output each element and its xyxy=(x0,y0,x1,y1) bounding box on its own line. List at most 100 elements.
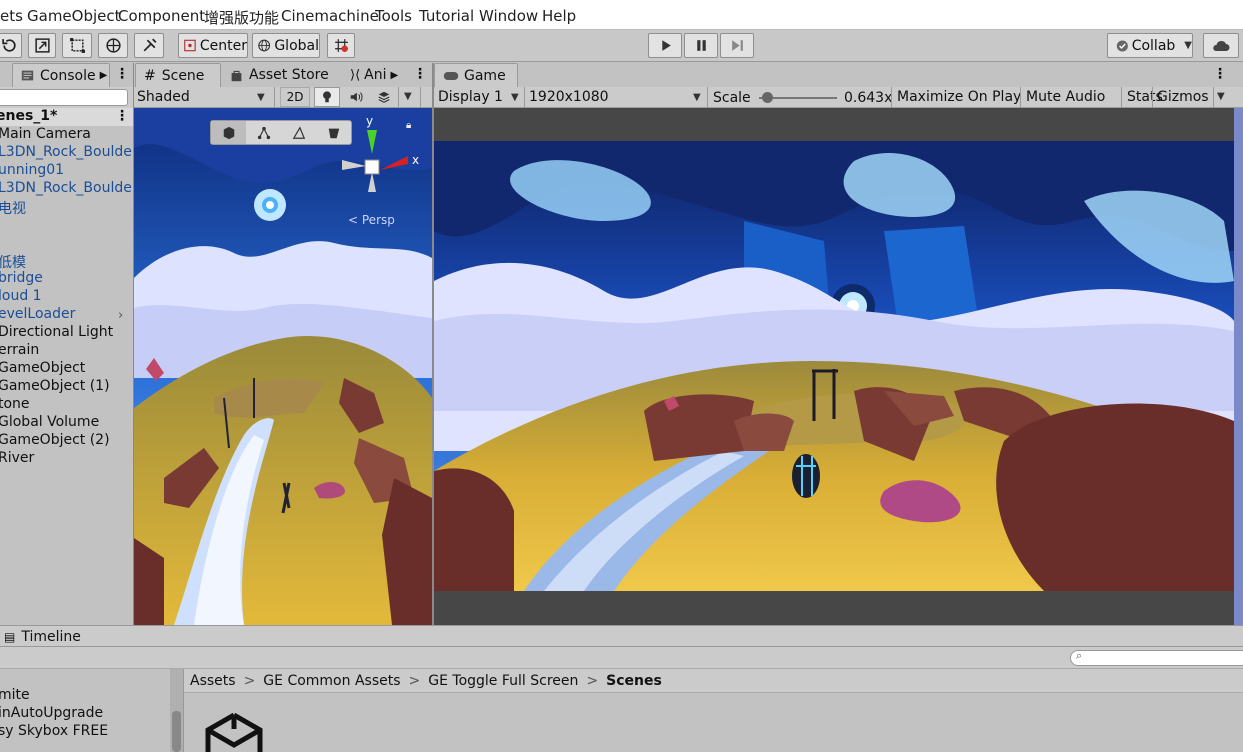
hierarchy-search-input[interactable] xyxy=(0,89,128,106)
scene-menu-icon[interactable]: ⋮ xyxy=(115,108,129,124)
menu-tools[interactable]: Tools xyxy=(375,7,412,25)
hierarchy-item[interactable]: evelLoader xyxy=(0,306,75,322)
tab-animation[interactable]: ⟩⟨ Ani ▶ xyxy=(350,63,412,87)
hierarchy-item[interactable]: bridge xyxy=(0,270,43,286)
transform-tool-button[interactable] xyxy=(98,33,128,58)
custom-tool-button[interactable] xyxy=(134,33,164,58)
hierarchy-item[interactable]: loud 1 xyxy=(0,288,42,304)
display-dropdown[interactable]: Display 1 ▼ xyxy=(438,86,524,108)
2d-toggle[interactable]: 2D xyxy=(280,87,310,107)
mute-audio-label: Mute Audio xyxy=(1026,89,1106,105)
breadcrumb-ge-common[interactable]: GE Common Assets xyxy=(263,673,400,689)
tab-timeline[interactable]: ▤ Timeline xyxy=(4,625,81,649)
lighting-toggle[interactable] xyxy=(314,87,340,107)
pause-button[interactable] xyxy=(684,33,718,58)
grid-snap-icon xyxy=(334,39,348,52)
project-search-strip: ⌕ xyxy=(0,647,1243,669)
rotate-tool-button[interactable] xyxy=(0,33,22,58)
menu-gameobject[interactable]: GameObject xyxy=(27,7,121,25)
hierarchy-item[interactable]: L3DN_Rock_Boulder_ xyxy=(0,180,145,196)
tab-console[interactable]: Console ▶ xyxy=(12,63,110,87)
scene-viewport[interactable]: y x 🔒︎ < Persp xyxy=(134,108,432,625)
shop-bag-icon xyxy=(231,70,242,81)
folder-item[interactable]: sy Skybox FREE xyxy=(0,723,108,739)
breadcrumb-assets[interactable]: Assets xyxy=(190,673,236,689)
menu-component[interactable]: Component xyxy=(118,7,205,25)
menu-window[interactable]: Window xyxy=(479,7,538,25)
tab-game-label: Game xyxy=(464,67,506,84)
folder-scrollbar[interactable] xyxy=(170,669,183,752)
project-search-input[interactable]: ⌕ xyxy=(1070,649,1243,666)
hierarchy-item[interactable]: 低模 xyxy=(0,252,26,272)
unity-scene-icon[interactable] xyxy=(204,711,264,752)
breadcrumb: Assets > GE Common Assets > GE Toggle Fu… xyxy=(184,669,1243,693)
chevron-down-icon: ▼ xyxy=(511,91,519,103)
hierarchy-item[interactable]: 电视 xyxy=(0,198,26,218)
face-icon xyxy=(328,128,339,138)
resolution-dropdown[interactable]: 1920x1080 ▼ xyxy=(529,86,705,108)
menu-help[interactable]: Help xyxy=(542,7,576,25)
game-viewport[interactable] xyxy=(434,108,1234,625)
tab-asset-store[interactable]: Asset Store xyxy=(228,63,340,87)
cloud-button[interactable] xyxy=(1203,33,1239,58)
chevron-down-icon[interactable]: ▼ xyxy=(404,91,412,102)
scene-pane: # Scene Asset Store ⟩⟨ Ani ▶ ⋮ Shaded ▼ … xyxy=(134,63,432,625)
menu-cinemachine[interactable]: Cinemachine xyxy=(281,7,379,25)
audio-toggle[interactable] xyxy=(344,87,368,107)
chevron-down-icon[interactable]: ▼ xyxy=(1217,91,1225,102)
scale-slider-thumb[interactable] xyxy=(761,92,773,103)
scene-header[interactable]: enes_1* ⋮ xyxy=(0,108,133,126)
hierarchy-item[interactable]: Main Camera xyxy=(0,126,91,142)
hierarchy-item[interactable]: GameObject (1) xyxy=(0,378,110,394)
folder-item[interactable]: mite xyxy=(0,687,30,703)
maximize-on-play-toggle[interactable]: Maximize On Play xyxy=(897,86,1021,108)
display-label: Display 1 xyxy=(438,89,503,105)
pivot-center-button[interactable]: Center xyxy=(178,33,248,58)
vertex-mode-button[interactable] xyxy=(246,121,281,144)
shading-mode-dropdown[interactable]: Shaded ▼ xyxy=(137,86,269,108)
hierarchy-item[interactable]: River xyxy=(0,450,34,466)
folder-scrollbar-thumb[interactable] xyxy=(172,711,181,752)
folder-item[interactable]: inAutoUpgrade xyxy=(0,705,103,721)
hierarchy-item[interactable]: L3DN_Rock_Boulder_ xyxy=(0,144,145,160)
space-global-button[interactable]: Global xyxy=(252,33,320,58)
hierarchy-item[interactable]: GameObject (2) xyxy=(0,432,110,448)
hierarchy-item[interactable]: unning01 xyxy=(0,162,64,178)
rect-tool-button[interactable] xyxy=(62,33,92,58)
chevron-right-icon[interactable]: › xyxy=(118,308,123,323)
hierarchy-item[interactable]: GameObject xyxy=(0,360,85,376)
grid-snap-button[interactable] xyxy=(327,33,355,58)
menu-assets[interactable]: ets xyxy=(0,7,23,25)
breadcrumb-scenes[interactable]: Scenes xyxy=(606,673,662,689)
scale-label: Scale xyxy=(713,90,751,106)
tab-scene[interactable]: # Scene xyxy=(135,63,221,87)
hierarchy-item[interactable]: Global Volume xyxy=(0,414,99,430)
collab-button[interactable]: Collab ▼ xyxy=(1107,33,1193,58)
menu-enhanced[interactable]: 增强版功能 xyxy=(204,7,279,28)
hierarchy-item[interactable]: tone xyxy=(0,396,30,412)
scale-tool-button[interactable] xyxy=(28,33,56,58)
step-button[interactable] xyxy=(720,33,754,58)
timeline-icon: ▤ xyxy=(4,630,16,644)
menu-tutorial[interactable]: Tutorial xyxy=(419,7,474,25)
resolution-label: 1920x1080 xyxy=(529,89,609,105)
edge-mode-button[interactable] xyxy=(281,121,316,144)
hierarchy-item[interactable]: Directional Light xyxy=(0,324,113,340)
scene-menu-icon[interactable]: ⋮ xyxy=(413,66,427,82)
game-menu-icon[interactable]: ⋮ xyxy=(1213,66,1227,82)
mute-audio-toggle[interactable]: Mute Audio xyxy=(1026,86,1105,108)
hierarchy-item[interactable]: errain xyxy=(0,342,39,358)
tab-game[interactable]: Game xyxy=(434,63,518,87)
breadcrumb-ge-toggle[interactable]: GE Toggle Full Screen xyxy=(428,673,578,689)
console-icon xyxy=(21,70,34,81)
pivot-icon xyxy=(184,39,196,52)
lock-icon[interactable]: 🔒︎ xyxy=(406,120,411,131)
cube-mode-button[interactable] xyxy=(211,121,246,144)
projection-label[interactable]: < Persp xyxy=(348,213,395,227)
space-label: Global xyxy=(274,37,319,54)
gizmos-toggle[interactable]: Gizmos xyxy=(1157,86,1209,108)
play-button[interactable] xyxy=(648,33,682,58)
hierarchy-list: Main Camera L3DN_Rock_Boulder_ unning01 L3D… xyxy=(0,126,145,486)
effects-toggle[interactable] xyxy=(372,87,396,107)
kebab-menu-icon[interactable]: ⋮ xyxy=(115,66,129,82)
